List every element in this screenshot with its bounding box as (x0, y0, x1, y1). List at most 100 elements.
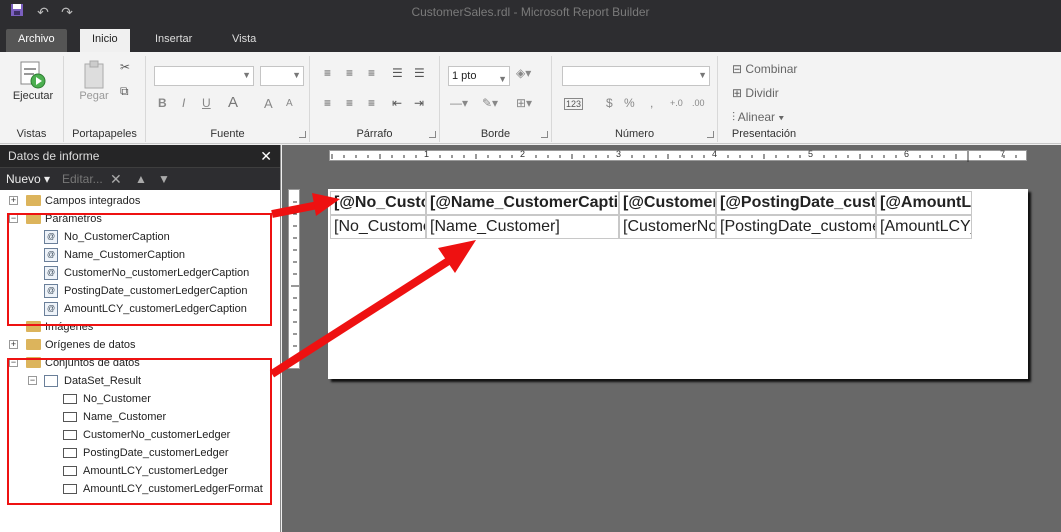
parrafo-launcher-icon[interactable] (429, 131, 436, 138)
dropdown-icon: ▼ (292, 70, 301, 80)
split-cells-button[interactable]: ⊞ Dividir (732, 86, 779, 100)
align-bottom-icon[interactable]: ≡ (368, 66, 375, 80)
decrease-decimals-icon[interactable]: .00 (692, 98, 705, 108)
italic-icon[interactable]: I (182, 96, 185, 110)
group-presentacion: ⊟ Combinar ⊞ Dividir ⫶ Alinear ▾ Present… (718, 56, 810, 142)
numbering-icon[interactable]: ☰ (414, 66, 425, 80)
align-center-icon[interactable]: ≡ (346, 96, 353, 110)
expand-icon[interactable]: + (9, 340, 18, 349)
table-header-cell[interactable]: [@CustomerNo (619, 191, 716, 215)
font-size-combo[interactable]: ▼ (260, 66, 304, 86)
align-top-icon[interactable]: ≡ (324, 66, 331, 80)
split-label: Dividir (745, 86, 779, 100)
folder-icon (26, 195, 41, 206)
cut-icon[interactable]: ✂ (120, 60, 130, 74)
merge-icon: ⊟ (732, 62, 743, 76)
placeholder-format-icon[interactable]: 123 (564, 98, 584, 110)
paste-button[interactable]: Pegar (72, 60, 116, 102)
ruler-number: 5 (808, 149, 814, 159)
delete-icon[interactable]: ✕ (110, 168, 122, 190)
panel-toolbar: Nuevo ▾ Editar... ✕ ▲ ▼ (0, 167, 280, 190)
run-icon (19, 60, 47, 90)
paste-label: Pegar (79, 90, 109, 102)
bold-icon[interactable]: B (158, 96, 167, 110)
align-button[interactable]: ⫶ Alinear ▾ (732, 110, 784, 125)
group-label-vistas: Vistas (16, 128, 47, 140)
increase-indent-icon[interactable]: ⇥ (414, 96, 424, 110)
group-numero: ▼ 123 $ % , +.0 .00 Número (552, 56, 718, 142)
panel-header: Datos de informe ✕ (0, 145, 280, 167)
table-data-cell[interactable]: [PostingDate_customer (716, 215, 876, 239)
ruler-number: 7 (1000, 149, 1006, 159)
align-icon: ⫶ (732, 110, 736, 124)
comma-icon[interactable]: , (650, 96, 653, 110)
group-label-presentacion: Presentación (731, 128, 797, 140)
copy-icon[interactable]: ⧉ (120, 84, 129, 99)
expand-icon[interactable]: + (9, 196, 18, 205)
merge-cells-button[interactable]: ⊟ Combinar (732, 62, 797, 76)
table-header-cell[interactable]: [@AmountLCY (876, 191, 972, 215)
dropdown-icon: ▼ (498, 74, 507, 84)
fill-color-icon[interactable]: ✎▾ (482, 96, 498, 110)
decrease-indent-icon[interactable]: ⇤ (392, 96, 402, 110)
increase-decimals-icon[interactable]: +.0 (670, 98, 683, 108)
tab-archivo[interactable]: Archivo (6, 29, 67, 52)
font-name-combo[interactable]: ▼ (154, 66, 254, 86)
table-data-cell[interactable]: [AmountLCY_ (876, 215, 972, 239)
border-color-icon[interactable]: ◈▾ (516, 66, 531, 80)
new-label: Nuevo (6, 172, 41, 186)
percent-icon[interactable]: % (624, 96, 635, 110)
borde-launcher-icon[interactable] (541, 131, 548, 138)
close-icon[interactable]: ✕ (260, 145, 272, 167)
borders-icon[interactable]: ⊞▾ (516, 96, 532, 110)
run-button[interactable]: Ejecutar (10, 60, 56, 102)
tab-vista[interactable]: Vista (220, 29, 268, 52)
group-vistas: Ejecutar Vistas (0, 56, 64, 142)
table-header-cell[interactable]: [@Name_CustomerCaption (426, 191, 619, 215)
underline-icon[interactable]: U (202, 96, 211, 110)
edit-button[interactable]: Editar... (62, 168, 103, 190)
run-label: Ejecutar (12, 90, 54, 102)
table-data-cell[interactable]: [CustomerNo_ (619, 215, 716, 239)
align-right-icon[interactable]: ≡ (368, 96, 375, 110)
window-title: CustomerSales.rdl - Microsoft Report Bui… (411, 5, 650, 19)
currency-icon[interactable]: $ (606, 96, 613, 110)
numero-launcher-icon[interactable] (707, 131, 714, 138)
align-left-icon[interactable]: ≡ (324, 96, 331, 110)
number-format-combo[interactable]: ▼ (562, 66, 710, 86)
table-data-cell[interactable]: [No_Customer (330, 215, 426, 239)
ruler-number: 4 (712, 149, 718, 159)
ribbon-tabs: Archivo Inicio Insertar Vista (0, 26, 1061, 52)
new-button[interactable]: Nuevo ▾ (6, 168, 50, 190)
group-label-borde: Borde (480, 128, 511, 140)
table-data-cell[interactable]: [Name_Customer] (426, 215, 619, 239)
tree-label: Campos integrados (45, 195, 141, 207)
fuente-launcher-icon[interactable] (299, 131, 306, 138)
align-middle-icon[interactable]: ≡ (346, 66, 353, 80)
split-icon: ⊞ (732, 86, 743, 100)
font-color-icon[interactable]: A (228, 94, 238, 111)
group-label-numero: Número (614, 128, 655, 140)
group-parrafo: ≡ ≡ ≡ ☰ ☰ ≡ ≡ ≡ ⇤ ⇥ Párrafo (310, 56, 440, 142)
border-width-combo[interactable]: 1 pto ▼ (448, 66, 510, 86)
tree-item-origenes[interactable]: + Orígenes de datos (0, 336, 280, 354)
table-header-cell[interactable]: [@No_Customer (330, 191, 426, 215)
move-down-icon[interactable]: ▼ (158, 168, 170, 190)
move-up-icon[interactable]: ▲ (135, 168, 147, 190)
border-style-icon[interactable]: —▾ (450, 96, 468, 110)
tab-insertar[interactable]: Insertar (143, 29, 204, 52)
tree-item-campos[interactable]: + Campos integrados (0, 192, 280, 210)
ruler-number: 3 (616, 149, 622, 159)
grow-font-icon[interactable]: A (264, 96, 273, 111)
highlight-parametros (7, 213, 272, 326)
highlight-conjuntos (7, 358, 272, 505)
group-portapapeles: Pegar ✂ ⧉ Portapapeles (64, 56, 146, 142)
bullets-icon[interactable]: ☰ (392, 66, 403, 80)
tab-inicio[interactable]: Inicio (80, 29, 130, 52)
tree-label: Orígenes de datos (45, 339, 136, 351)
design-surface: 1 2 3 4 5 6 7 [@No_Customer [@Name_Custo… (282, 145, 1061, 532)
shrink-font-icon[interactable]: A (286, 98, 293, 109)
table-header-cell[interactable]: [@PostingDate_customer (716, 191, 876, 215)
folder-icon (26, 339, 41, 350)
report-body[interactable]: [@No_Customer [@Name_CustomerCaption [@C… (328, 189, 1028, 379)
